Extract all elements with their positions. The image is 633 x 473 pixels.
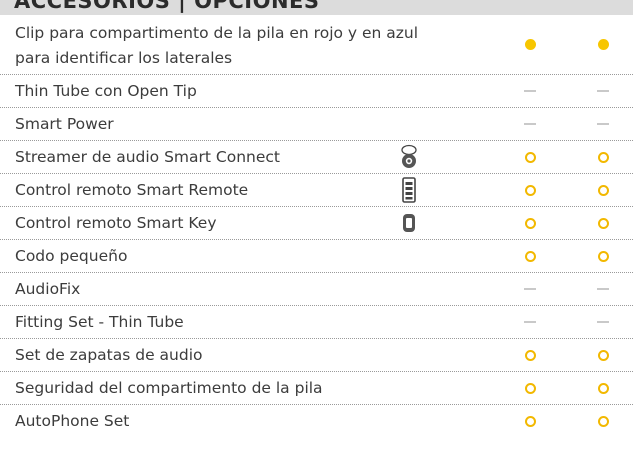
optional-ring-icon xyxy=(524,184,536,196)
mark-cell xyxy=(588,405,618,438)
row-label: Control remoto Smart Key xyxy=(15,214,217,232)
optional-ring-icon xyxy=(524,151,536,163)
mark-cell xyxy=(588,15,618,74)
row-label: Fitting Set - Thin Tube xyxy=(15,313,184,331)
not-available-dash-icon xyxy=(524,123,536,125)
row-label: Set de zapatas de audio xyxy=(15,346,203,364)
mark-cell xyxy=(588,141,618,173)
optional-ring-icon xyxy=(524,250,536,262)
mark-cell xyxy=(515,207,545,239)
mark-cell xyxy=(515,339,545,371)
table-row: Control remoto Smart Remote xyxy=(0,174,633,207)
not-available-dash-icon xyxy=(524,321,536,323)
optional-ring-icon xyxy=(597,184,609,196)
accessories-table: Clip para compartimento de la pila en ro… xyxy=(0,15,633,438)
table-row: Clip para compartimento de la pila en ro… xyxy=(0,15,633,75)
row-label: Seguridad del compartimento de la pila xyxy=(15,379,323,397)
mark-cell xyxy=(588,207,618,239)
optional-ring-icon xyxy=(597,250,609,262)
not-available-dash-icon xyxy=(524,90,536,92)
section-title: ACCESORIOS | OPCIONES xyxy=(14,0,320,13)
row-label: Codo pequeño xyxy=(15,247,128,265)
table-row: Fitting Set - Thin Tube xyxy=(0,306,633,339)
mark-cell xyxy=(515,75,545,107)
table-row: Thin Tube con Open Tip xyxy=(0,75,633,108)
mark-cell xyxy=(588,174,618,206)
table-row: Set de zapatas de audio xyxy=(0,339,633,372)
table-row: Streamer de audio Smart Connect xyxy=(0,141,633,174)
row-label: Smart Power xyxy=(15,115,114,133)
mark-cell xyxy=(515,372,545,404)
table-row: Smart Power xyxy=(0,108,633,141)
mark-cell xyxy=(588,306,618,338)
optional-ring-icon xyxy=(524,416,536,427)
not-available-dash-icon xyxy=(597,321,609,323)
not-available-dash-icon xyxy=(597,288,609,290)
row-label: Streamer de audio Smart Connect xyxy=(15,148,280,166)
table-row: Control remoto Smart Key xyxy=(0,207,633,240)
table-row: AutoPhone Set xyxy=(0,405,633,438)
mark-cell xyxy=(588,75,618,107)
row-label: Control remoto Smart Remote xyxy=(15,181,249,199)
not-available-dash-icon xyxy=(524,288,536,290)
mark-cell xyxy=(588,339,618,371)
optional-ring-icon xyxy=(597,416,609,427)
mark-cell xyxy=(515,108,545,140)
mark-cell xyxy=(515,240,545,272)
table-row: AudioFix xyxy=(0,273,633,306)
table-row: Seguridad del compartimento de la pila xyxy=(0,372,633,405)
not-available-dash-icon xyxy=(597,90,609,92)
mark-cell xyxy=(515,306,545,338)
optional-ring-icon xyxy=(597,217,609,229)
optional-ring-icon xyxy=(524,217,536,229)
mark-cell xyxy=(588,108,618,140)
not-available-dash-icon xyxy=(597,123,609,125)
mark-cell xyxy=(515,273,545,305)
row-label: AutoPhone Set xyxy=(15,412,130,430)
mark-cell xyxy=(515,174,545,206)
mark-cell xyxy=(588,372,618,404)
key-fob-icon xyxy=(397,207,421,239)
row-label: Clip para compartimento de la pila en ro… xyxy=(15,24,419,67)
mark-cell xyxy=(515,15,545,74)
mark-cell xyxy=(515,141,545,173)
optional-ring-icon xyxy=(597,382,609,394)
row-label: AudioFix xyxy=(15,280,81,298)
remote-control-icon xyxy=(397,174,421,206)
section-header: ACCESORIOS | OPCIONES xyxy=(0,0,633,15)
optional-ring-icon xyxy=(524,382,536,394)
standard-dot-icon xyxy=(524,39,536,50)
mark-cell xyxy=(515,405,545,438)
mark-cell xyxy=(588,273,618,305)
streamer-device-icon xyxy=(397,141,421,173)
optional-ring-icon xyxy=(597,349,609,361)
standard-dot-icon xyxy=(597,39,609,50)
optional-ring-icon xyxy=(597,151,609,163)
row-label: Thin Tube con Open Tip xyxy=(15,82,197,100)
mark-cell xyxy=(588,240,618,272)
optional-ring-icon xyxy=(524,349,536,361)
table-row: Codo pequeño xyxy=(0,240,633,273)
